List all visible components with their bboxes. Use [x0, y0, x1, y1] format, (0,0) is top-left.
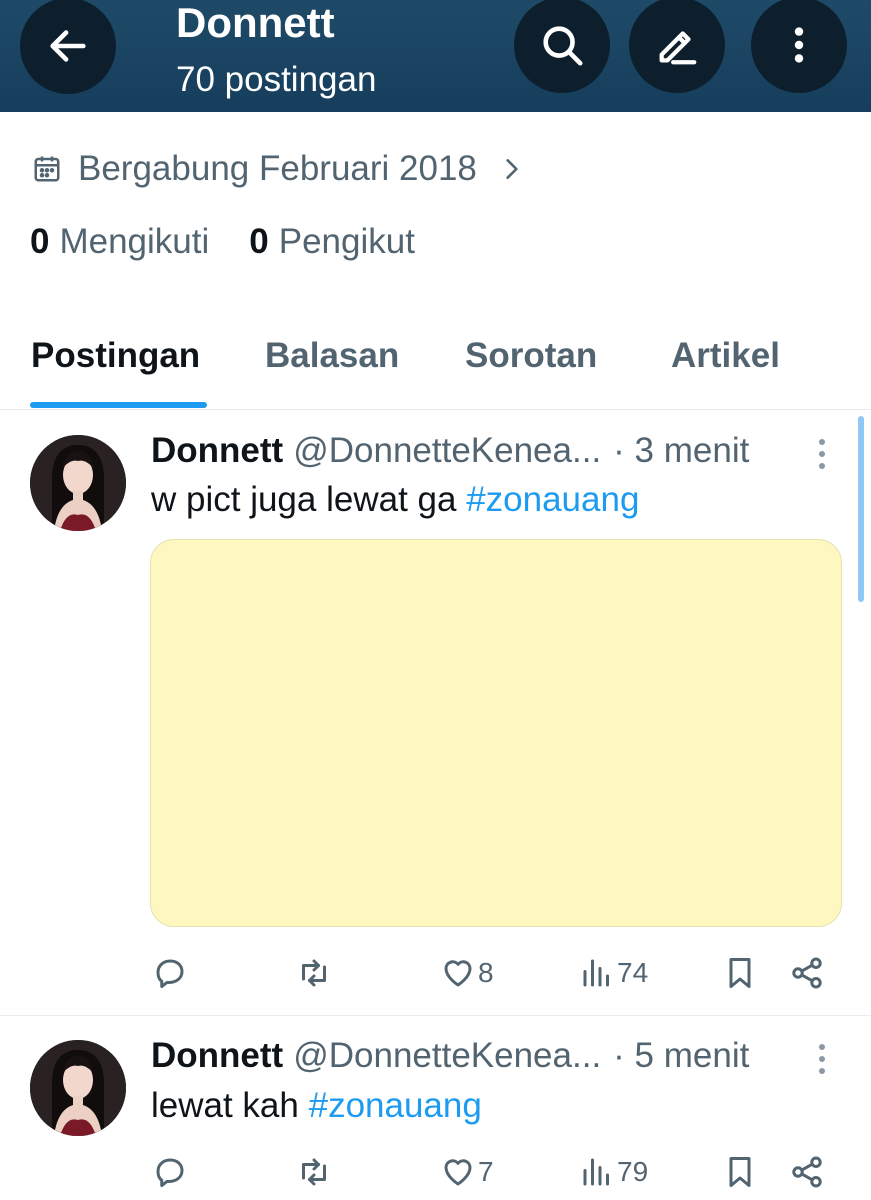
tab-artikel[interactable]: Artikel: [671, 330, 780, 382]
reply-icon: [156, 959, 184, 988]
reply-button[interactable]: [152, 951, 188, 995]
post-author-name[interactable]: Donnett: [151, 431, 283, 471]
post-author-name[interactable]: Donnett: [151, 1036, 283, 1076]
following-label: Mengikuti: [59, 222, 210, 261]
views-button[interactable]: 79: [579, 1150, 648, 1194]
profile-title: Donnett: [176, 0, 335, 46]
search-icon: [543, 26, 583, 66]
following-link[interactable]: 0 Mengikuti: [30, 222, 209, 262]
share-icon: [792, 957, 822, 989]
followers-label: Pengikut: [278, 222, 415, 261]
more-vertical-icon[interactable]: [812, 1039, 832, 1079]
post-text: lewat kah #zonauang: [151, 1083, 482, 1129]
followers-count: 0: [249, 222, 269, 261]
post-body: lewat kah: [151, 1086, 299, 1125]
followers-link[interactable]: 0 Pengikut: [249, 222, 415, 262]
post-actions: 7 79: [0, 1150, 871, 1194]
post-header: Donnett @DonnetteKenea... · 5 menit: [151, 1033, 749, 1079]
back-button[interactable]: [20, 0, 116, 94]
post-author-handle[interactable]: @DonnetteKenea...: [293, 1036, 601, 1076]
hashtag-link[interactable]: #zonauang: [309, 1086, 482, 1125]
views-button[interactable]: 74: [579, 951, 648, 995]
repost-icon: [302, 959, 326, 987]
heart-icon: [444, 960, 472, 987]
views-icon: [583, 959, 609, 987]
post-timestamp[interactable]: · 3 menit: [613, 431, 749, 471]
more-vertical-icon[interactable]: [812, 434, 832, 474]
bookmark-button[interactable]: [722, 1150, 758, 1194]
avatar[interactable]: [30, 1040, 126, 1136]
post-timestamp[interactable]: · 5 menit: [613, 1036, 749, 1076]
like-button[interactable]: 7: [440, 1150, 494, 1194]
view-count: 74: [617, 957, 649, 988]
heart-icon: [444, 1159, 472, 1186]
avatar[interactable]: [30, 435, 126, 531]
post-text: w pict juga lewat ga #zonauang: [151, 477, 639, 523]
following-count: 0: [30, 222, 50, 261]
hashtag-link[interactable]: #zonauang: [466, 480, 639, 519]
post-author-handle[interactable]: @DonnetteKenea...: [293, 431, 601, 471]
join-date-row[interactable]: Bergabung Februari 2018: [32, 146, 525, 192]
bookmark-button[interactable]: [722, 951, 758, 995]
join-date-text: Bergabung Februari 2018: [78, 149, 477, 188]
tab-sorotan[interactable]: Sorotan: [465, 330, 597, 382]
post-actions: 8 74: [0, 951, 871, 995]
edit-icon: [659, 31, 697, 65]
like-count: 8: [478, 957, 494, 988]
reply-icon: [156, 1158, 184, 1187]
post-divider: [0, 1015, 871, 1016]
scrollbar[interactable]: [858, 416, 864, 602]
search-button[interactable]: [514, 0, 610, 93]
calendar-icon: [34, 156, 60, 182]
chevron-right-icon: [506, 159, 518, 179]
tab-balasan[interactable]: Balasan: [265, 330, 399, 382]
like-count: 7: [478, 1156, 494, 1187]
views-icon: [583, 1158, 609, 1186]
follow-stats: 0 Mengikuti 0 Pengikut: [30, 222, 455, 262]
post-body: w pict juga lewat ga: [151, 480, 457, 519]
bookmark-icon: [729, 1157, 751, 1187]
tabs-divider: [0, 409, 871, 410]
back-arrow-icon: [50, 30, 86, 62]
post-count: 70 postingan: [176, 60, 377, 99]
active-tab-indicator: [30, 402, 207, 408]
view-count: 79: [617, 1156, 649, 1187]
share-button[interactable]: [789, 951, 825, 995]
top-app-bar: Donnett 70 postingan: [0, 0, 871, 112]
post-header: Donnett @DonnetteKenea... · 3 menit: [151, 428, 749, 474]
avatar-photo: [30, 1040, 126, 1136]
reply-button[interactable]: [152, 1150, 188, 1194]
share-icon: [792, 1156, 822, 1188]
post-media[interactable]: [150, 539, 842, 927]
profile-tabs: Postingan Balasan Sorotan Artikel: [0, 330, 871, 410]
share-button[interactable]: [789, 1150, 825, 1194]
more-vertical-icon: [794, 27, 804, 63]
repost-button[interactable]: [296, 951, 332, 995]
like-button[interactable]: 8: [440, 951, 494, 995]
tab-postingan[interactable]: Postingan: [31, 330, 200, 382]
repost-icon: [302, 1158, 326, 1186]
more-options-button[interactable]: [751, 0, 847, 93]
edit-button[interactable]: [629, 0, 725, 93]
avatar-photo: [30, 435, 126, 531]
repost-button[interactable]: [296, 1150, 332, 1194]
bookmark-icon: [729, 958, 751, 988]
